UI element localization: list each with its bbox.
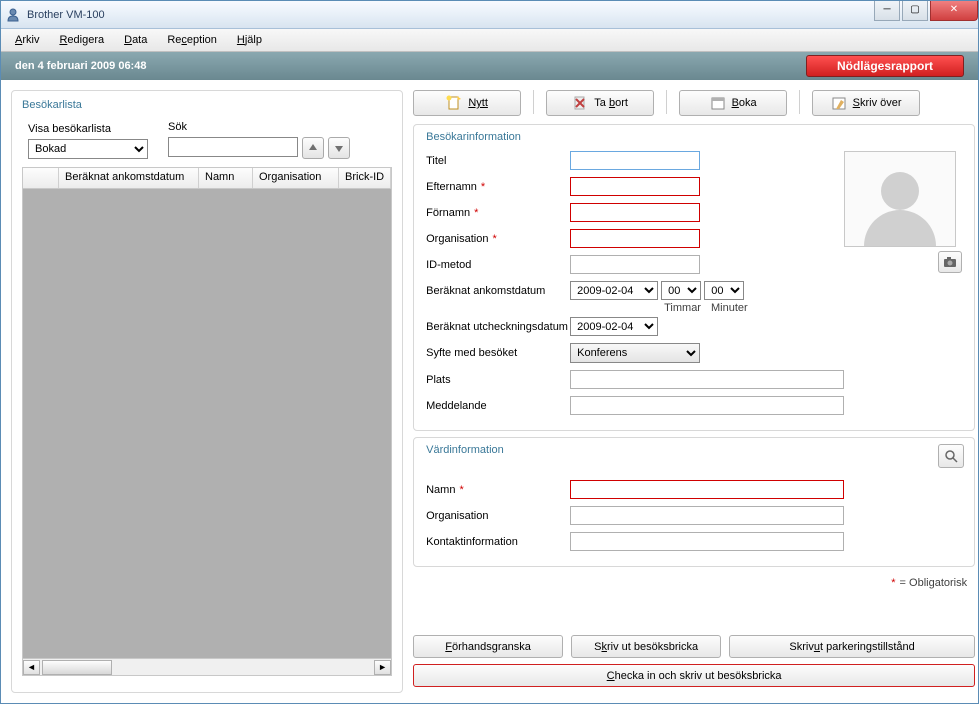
print-badge-button[interactable]: Skriv ut besöksbricka [571, 635, 721, 658]
table-header: Beräknat ankomstdatum Namn Organisation … [22, 167, 392, 189]
overwrite-icon [831, 95, 847, 111]
place-label: Plats [426, 374, 570, 386]
camera-icon [943, 256, 957, 268]
arrival-minute-select[interactable]: 00 [704, 281, 744, 300]
content: Besökarlista Visa besökarlista Bokad Sök [1, 80, 978, 703]
app-window: Brother VM-100 ─ ▢ ✕ Arkiv Redigera Data… [0, 0, 979, 704]
arrow-up-icon [308, 143, 318, 153]
visitor-info-group: Besökarinformation Titel Efternamn* Förn… [413, 124, 975, 431]
search-label: Sök [168, 121, 350, 133]
app-icon [5, 7, 21, 23]
search-input[interactable] [168, 137, 298, 157]
toolbar: Nytt Ta bort Boka Skriv över [413, 90, 975, 116]
preview-button[interactable]: Förhandsgranska [413, 635, 563, 658]
checkout-label: Beräknat utcheckningsdatum [426, 321, 570, 333]
show-list-label: Visa besökarlista [28, 123, 148, 135]
lastname-label: Efternamn* [426, 181, 570, 193]
purpose-select[interactable]: Konferens [570, 343, 700, 363]
arrival-label: Beräknat ankomstdatum [426, 285, 570, 297]
person-icon [860, 166, 940, 246]
detail-panel: Nytt Ta bort Boka Skriv över [413, 90, 975, 693]
title-label: Titel [426, 155, 570, 167]
menu-data[interactable]: Data [116, 31, 155, 49]
maximize-button[interactable]: ▢ [902, 1, 928, 21]
menu-arkiv[interactable]: Arkiv [7, 31, 47, 49]
table-col-name[interactable]: Namn [199, 168, 253, 188]
visitor-list-title: Besökarlista [22, 99, 392, 111]
table-col-org[interactable]: Organisation [253, 168, 339, 188]
book-button[interactable]: Boka [679, 90, 787, 116]
menu-reception[interactable]: Reception [159, 31, 225, 49]
emergency-report-button[interactable]: Nödlägesrapport [806, 55, 964, 77]
close-button[interactable]: ✕ [930, 1, 978, 21]
visitor-filter-select[interactable]: Bokad [28, 139, 148, 159]
horiz-scrollbar[interactable]: ◄ ► [22, 659, 392, 676]
table-col-badge[interactable]: Brick-ID [339, 168, 391, 188]
place-input[interactable] [570, 370, 844, 389]
visitor-info-title: Besökarinformation [426, 131, 962, 143]
table-body[interactable] [22, 189, 392, 659]
mandatory-note: *= Obligatorisk [413, 577, 967, 589]
host-org-label: Organisation [426, 510, 570, 522]
print-parking-button[interactable]: Skriv ut parkeringstillstånd [729, 635, 975, 658]
host-contact-input[interactable] [570, 532, 844, 551]
camera-button[interactable] [938, 251, 962, 273]
scroll-left-button[interactable]: ◄ [23, 660, 40, 675]
host-lookup-button[interactable] [938, 444, 964, 468]
host-name-input[interactable] [570, 480, 844, 499]
idmethod-input[interactable] [570, 255, 700, 274]
delete-button[interactable]: Ta bort [546, 90, 654, 116]
search-icon [944, 449, 958, 463]
title-input[interactable] [570, 151, 700, 170]
visitor-list-panel: Besökarlista Visa besökarlista Bokad Sök [11, 90, 403, 693]
delete-icon [572, 95, 588, 111]
message-input[interactable] [570, 396, 844, 415]
firstname-input[interactable] [570, 203, 700, 222]
bottom-buttons: Förhandsgranska Skriv ut besöksbricka Sk… [413, 635, 975, 693]
scroll-thumb[interactable] [42, 660, 112, 675]
current-datetime: den 4 februari 2009 06:48 [15, 60, 146, 72]
sort-up-button[interactable] [302, 137, 324, 159]
photo-column [844, 151, 962, 422]
minutes-label: Minuter [711, 302, 748, 314]
new-button[interactable]: Nytt [413, 90, 521, 116]
book-icon [710, 95, 726, 111]
host-contact-label: Kontaktinformation [426, 536, 570, 548]
new-icon [446, 95, 462, 111]
menu-redigera[interactable]: Redigera [51, 31, 112, 49]
host-info-group: Värdinformation Namn* Organisation Konta… [413, 437, 975, 567]
checkin-print-button[interactable]: Checka in och skriv ut besöksbricka [413, 664, 975, 687]
window-controls: ─ ▢ ✕ [874, 1, 978, 21]
purpose-label: Syfte med besöket [426, 347, 570, 359]
firstname-label: Förnamn* [426, 207, 570, 219]
window-title: Brother VM-100 [27, 9, 974, 21]
arrival-hour-select[interactable]: 00 [661, 281, 701, 300]
arrival-date-select[interactable]: 2009-02-04 [570, 281, 658, 300]
host-org-input[interactable] [570, 506, 844, 525]
sort-down-button[interactable] [328, 137, 350, 159]
org-label: Organisation* [426, 233, 570, 245]
hours-label: Timmar [664, 302, 701, 314]
table-col-arrival[interactable]: Beräknat ankomstdatum [59, 168, 199, 188]
divider [533, 90, 534, 114]
photo-placeholder [844, 151, 956, 247]
host-info-title: Värdinformation [426, 444, 962, 456]
table-col-blank[interactable] [23, 168, 59, 188]
overwrite-button[interactable]: Skriv över [812, 90, 920, 116]
divider [666, 90, 667, 114]
titlebar: Brother VM-100 ─ ▢ ✕ [1, 1, 978, 29]
lastname-input[interactable] [570, 177, 700, 196]
org-input[interactable] [570, 229, 700, 248]
message-label: Meddelande [426, 400, 570, 412]
scroll-right-button[interactable]: ► [374, 660, 391, 675]
arrow-down-icon [334, 143, 344, 153]
idmethod-label: ID-metod [426, 259, 570, 271]
minimize-button[interactable]: ─ [874, 1, 900, 21]
date-bar: den 4 februari 2009 06:48 Nödlägesrappor… [1, 52, 978, 80]
divider [799, 90, 800, 114]
menubar: Arkiv Redigera Data Reception Hjälp [1, 29, 978, 52]
menu-hjalp[interactable]: Hjälp [229, 31, 270, 49]
checkout-date-select[interactable]: 2009-02-04 [570, 317, 658, 336]
host-name-label: Namn* [426, 484, 570, 496]
